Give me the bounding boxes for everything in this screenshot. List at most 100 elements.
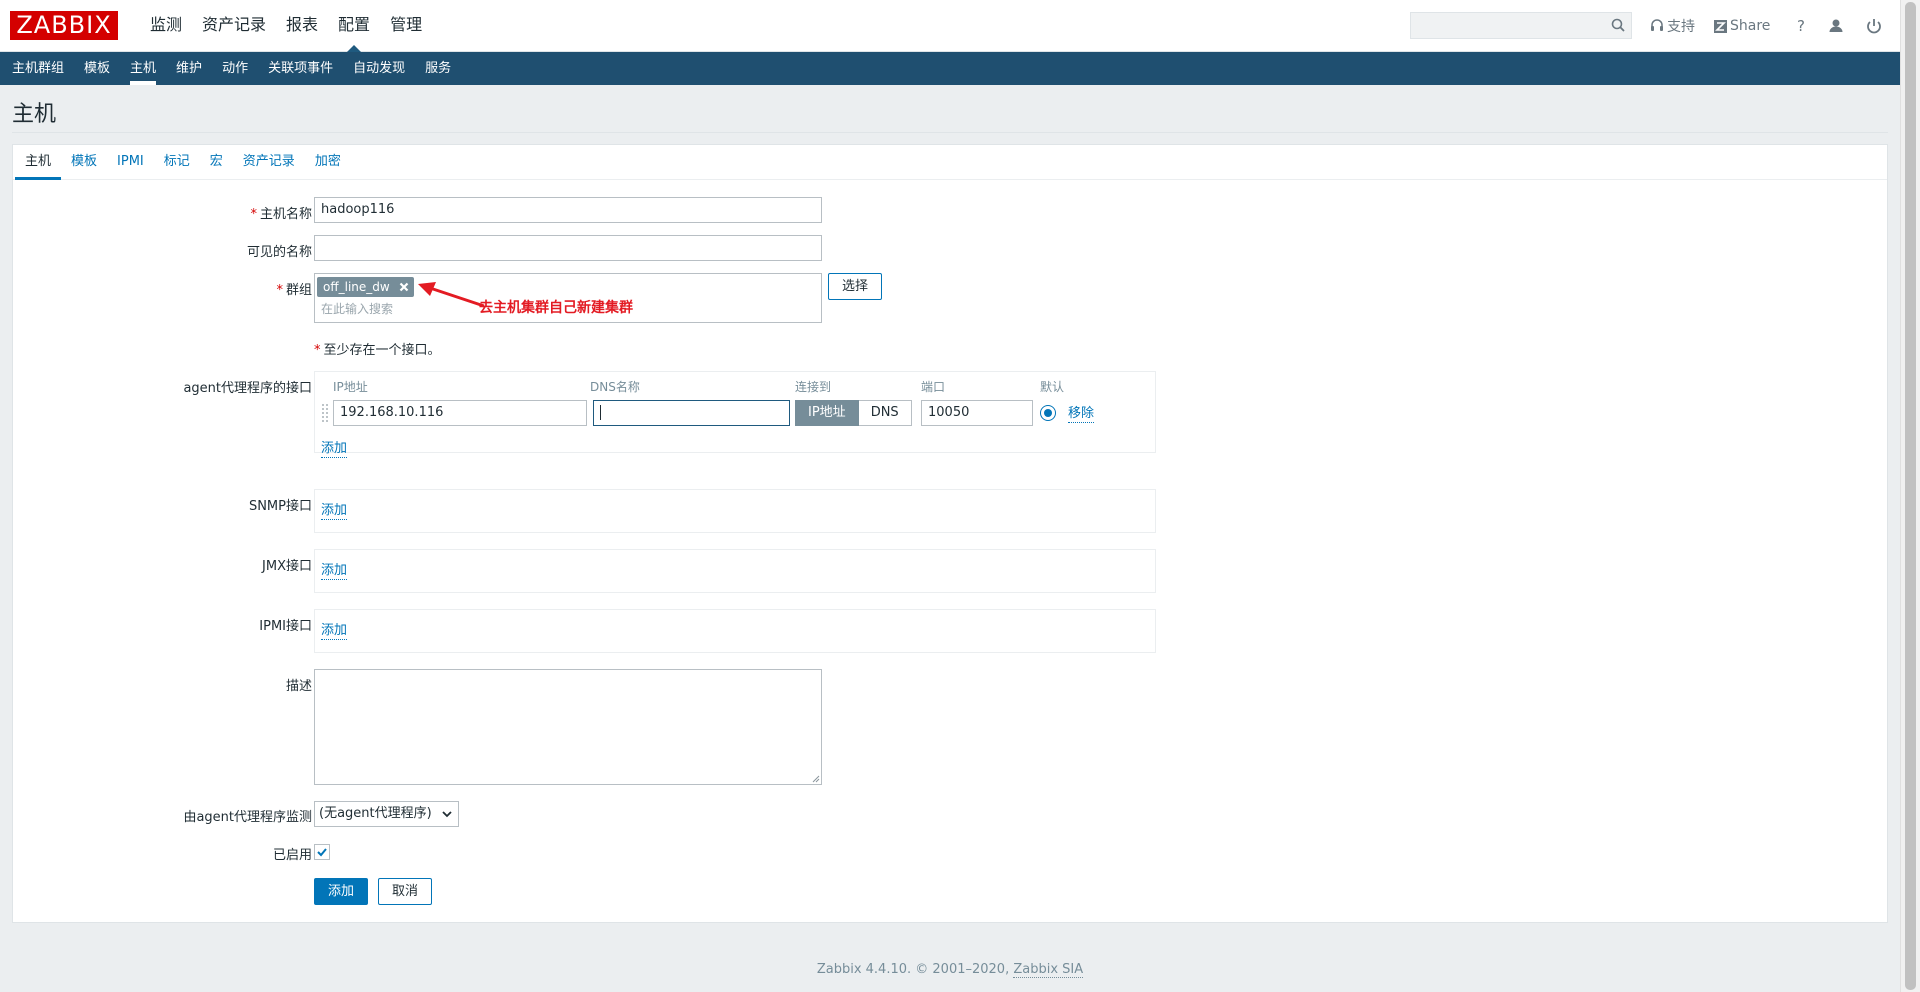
main-menu-configuration[interactable]: 配置: [328, 0, 380, 52]
agent-port-input[interactable]: 10050: [921, 400, 1033, 426]
submenu-templates[interactable]: 模板: [74, 52, 120, 85]
top-header: ZABBIX 监测 资产记录 报表 配置 管理 支持 Share ?: [0, 0, 1900, 52]
submenu-maintenance[interactable]: 维护: [166, 52, 212, 85]
required-mark: *: [314, 343, 321, 358]
check-icon: [317, 848, 327, 857]
jmx-interfaces-box: 添加: [314, 549, 1156, 593]
enabled-label: 已启用: [272, 848, 312, 863]
visible-name-input[interactable]: [314, 235, 822, 261]
col-dns-name: DNS名称: [590, 380, 640, 394]
resize-grip-icon[interactable]: [811, 774, 820, 783]
description-textarea[interactable]: [314, 669, 822, 785]
add-ipmi-interface-link[interactable]: 添加: [321, 623, 348, 640]
footer-copyright: Zabbix 4.4.10. © 2001–2020,: [816, 962, 1010, 977]
ipmi-interfaces-label: IPMI接口: [259, 619, 312, 634]
support-link[interactable]: 支持: [1650, 0, 1695, 52]
tab-ipmi[interactable]: IPMI: [107, 145, 154, 179]
host-name-input[interactable]: hadoop116: [314, 197, 822, 223]
connect-dns-option[interactable]: DNS: [858, 400, 912, 426]
share-z-icon: [1714, 19, 1727, 33]
cancel-button[interactable]: 取消: [378, 878, 432, 905]
page-scrollbar[interactable]: [1900, 0, 1920, 992]
page-title: 主机: [12, 102, 57, 127]
submenu-discovery[interactable]: 自动发现: [343, 52, 415, 85]
snmp-interfaces-label: SNMP接口: [248, 499, 312, 514]
interface-note-text: 至少存在一个接口。: [323, 343, 441, 358]
share-label: Share: [1730, 18, 1771, 34]
drag-handle-icon[interactable]: [321, 403, 329, 423]
zabbix-logo[interactable]: ZABBIX: [10, 11, 118, 40]
groups-search-placeholder[interactable]: 在此输入搜索: [321, 300, 393, 317]
add-snmp-interface-link[interactable]: 添加: [321, 503, 348, 520]
annotation-arrow-icon: [418, 282, 485, 308]
search-icon[interactable]: [1611, 18, 1625, 32]
submenu-host-groups[interactable]: 主机群组: [2, 52, 74, 85]
agent-interfaces-label: agent代理程序的接口: [183, 381, 312, 396]
tab-templates[interactable]: 模板: [61, 145, 107, 179]
host-form-card: 主机 模板 IPMI 标记 宏 资产记录 加密 * 主机名称 hadoop116 …: [12, 144, 1888, 923]
user-profile-icon[interactable]: [1825, 15, 1847, 37]
sign-out-icon[interactable]: [1863, 15, 1885, 37]
submenu-actions[interactable]: 动作: [212, 52, 258, 85]
connect-ip-option[interactable]: IP地址: [795, 400, 859, 426]
submenu-event-correlation[interactable]: 关联项事件: [258, 52, 343, 85]
jmx-interfaces-label: JMX接口: [262, 559, 312, 574]
scrollbar-thumb[interactable]: [1905, 2, 1916, 990]
footer-zabbix-link[interactable]: Zabbix SIA: [1013, 962, 1084, 978]
col-default: 默认: [1040, 380, 1065, 394]
agent-dns-input[interactable]: [593, 400, 790, 426]
global-search-input[interactable]: [1410, 12, 1632, 39]
text-cursor: [600, 405, 601, 420]
visible-name-label: 可见的名称: [246, 245, 312, 260]
proxy-label: 由agent代理程序监测: [183, 810, 312, 825]
ipmi-interfaces-box: 添加: [314, 609, 1156, 653]
required-mark: *: [250, 207, 257, 222]
main-menu-reports[interactable]: 报表: [276, 0, 328, 52]
remove-interface-link[interactable]: 移除: [1068, 406, 1095, 423]
help-icon[interactable]: ?: [1790, 15, 1812, 37]
tab-macros[interactable]: 宏: [200, 145, 233, 179]
proxy-select[interactable]: (无agent代理程序): [314, 801, 459, 827]
col-port: 端口: [921, 380, 946, 394]
select-groups-button[interactable]: 选择: [828, 273, 882, 300]
agent-ip-input[interactable]: 192.168.10.116: [333, 400, 587, 426]
headset-icon: [1651, 19, 1663, 31]
support-label: 支持: [1667, 19, 1695, 35]
add-jmx-interface-link[interactable]: 添加: [321, 563, 348, 580]
groups-label-text: 群组: [285, 283, 312, 298]
col-connect-to: 连接到: [795, 380, 832, 394]
main-menu-inventory[interactable]: 资产记录: [192, 0, 276, 52]
add-agent-interface-link[interactable]: 添加: [321, 441, 348, 458]
page-footer: Zabbix 4.4.10. © 2001–2020, Zabbix SIA: [0, 962, 1900, 978]
tab-inventory[interactable]: 资产记录: [233, 145, 305, 179]
enabled-checkbox[interactable]: [314, 844, 330, 860]
add-host-button[interactable]: 添加: [314, 878, 368, 905]
sub-menu: 主机群组 模板 主机 维护 动作 关联项事件 自动发现 服务: [0, 52, 1900, 85]
host-name-label-text: 主机名称: [259, 207, 312, 222]
remove-chip-icon[interactable]: [398, 281, 410, 293]
tab-host[interactable]: 主机: [15, 145, 62, 180]
chevron-down-icon: [442, 811, 452, 818]
share-link[interactable]: Share: [1714, 0, 1770, 52]
main-menu-monitoring[interactable]: 监测: [140, 0, 192, 52]
required-mark: *: [276, 283, 283, 298]
host-name-label: * 主机名称: [250, 203, 312, 222]
submenu-hosts[interactable]: 主机: [120, 52, 166, 85]
main-menu: 监测 资产记录 报表 配置 管理: [140, 0, 432, 52]
group-chip-label: off_line_dw: [323, 280, 390, 294]
tab-encryption[interactable]: 加密: [305, 145, 351, 179]
connect-to-toggle: IP地址 DNS: [795, 400, 912, 426]
submenu-services[interactable]: 服务: [415, 52, 461, 85]
title-divider: [12, 132, 1888, 133]
main-menu-administration[interactable]: 管理: [380, 0, 432, 52]
default-interface-radio[interactable]: [1040, 405, 1056, 421]
description-label: 描述: [285, 679, 312, 694]
group-chip: off_line_dw: [317, 277, 414, 297]
agent-interfaces-box: IP地址 DNS名称 连接到 端口 默认 192.168.10.116 IP地址…: [314, 371, 1156, 458]
annotation-text: 去主机集群自己新建集群: [479, 300, 633, 316]
groups-label: * 群组: [276, 279, 312, 298]
col-ip-address: IP地址: [333, 380, 368, 394]
tab-tags[interactable]: 标记: [154, 145, 200, 179]
proxy-select-value: (无agent代理程序): [319, 806, 432, 821]
form-tabs: 主机 模板 IPMI 标记 宏 资产记录 加密: [13, 145, 1887, 180]
